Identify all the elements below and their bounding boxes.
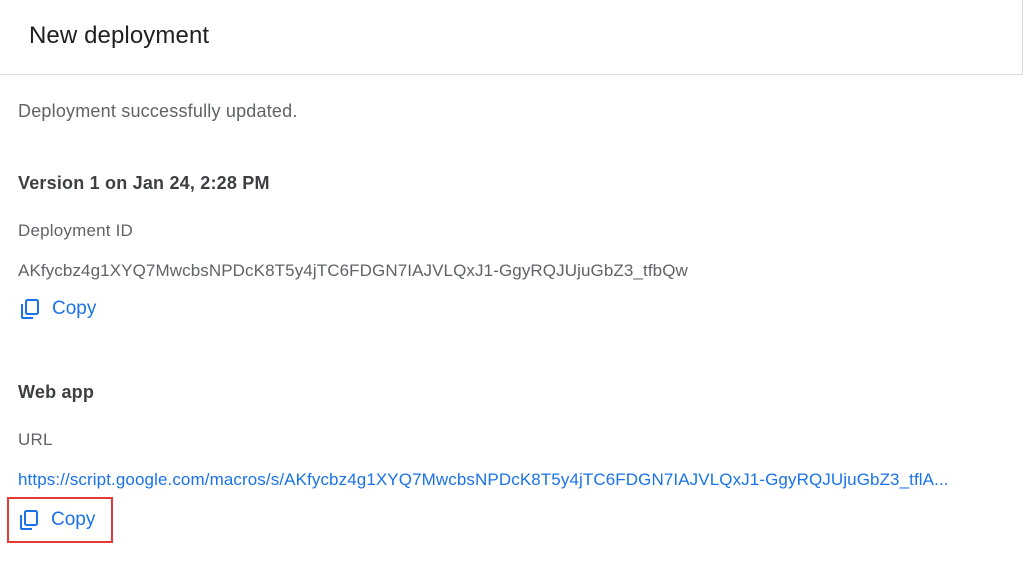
copy-deployment-id-label: Copy	[52, 298, 97, 319]
dialog-title: New deployment	[29, 22, 210, 49]
dialog-header: New deployment	[0, 0, 1023, 75]
web-app-heading: Web app	[18, 382, 95, 402]
url-label: URL	[18, 430, 53, 449]
copy-icon	[18, 297, 42, 321]
deployment-id-label: Deployment ID	[18, 221, 134, 240]
web-app-url-link[interactable]: https://script.google.com/macros/s/AKfyc…	[18, 470, 1003, 490]
new-deployment-dialog: New deployment Deployment successfully u…	[0, 0, 1024, 572]
copy-icon	[17, 508, 41, 532]
deployment-id-value: AKfycbz4g1XYQ7MwcbsNPDcK8T5y4jTC6FDGN7IA…	[18, 261, 688, 280]
copy-deployment-id-button[interactable]: Copy	[18, 294, 96, 324]
copy-url-button[interactable]: Copy	[7, 497, 114, 543]
version-heading: Version 1 on Jan 24, 2:28 PM	[18, 173, 270, 193]
status-message: Deployment successfully updated.	[18, 101, 298, 121]
copy-url-label: Copy	[51, 509, 96, 530]
